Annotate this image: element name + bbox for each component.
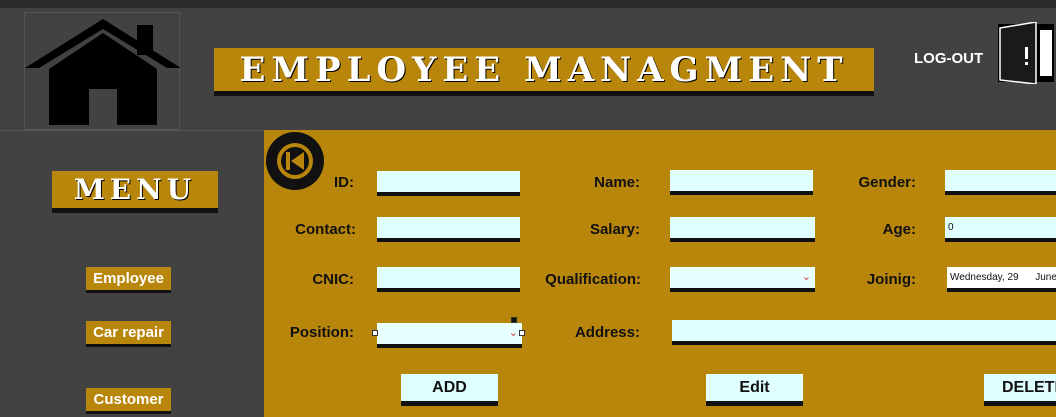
joining-label: Joinig: [866,271,916,288]
logout-label[interactable]: LOG-OUT [914,50,983,67]
header: EMPLOYEE MANAGMENT LOG-OUT [0,8,1056,130]
employee-form-panel: ID: Name: Gender: Contact: Salary: Age: … [264,130,1056,417]
address-label: Address: [574,324,640,341]
menu-title: MENU [52,171,218,213]
smart-tag-icon[interactable] [511,317,517,323]
name-field[interactable] [670,170,813,195]
sidebar: MENU Employee Car repair Customer [0,130,264,417]
chevron-down-icon: ⌄ [508,327,518,339]
qualification-select[interactable]: ⌄ [670,267,815,292]
salary-label: Salary: [589,221,640,238]
menu-title-text: MENU [73,173,197,206]
cnic-field[interactable] [377,267,520,292]
add-button[interactable]: ADD [401,374,498,406]
logout-button[interactable] [996,21,1056,85]
resize-handle[interactable] [519,330,525,336]
contact-field[interactable] [377,217,520,242]
edit-button[interactable]: Edit [706,374,803,406]
age-label: Age: [882,221,916,238]
name-label: Name: [594,174,640,191]
door-exit-icon [998,21,1054,85]
cnic-label: CNIC: [312,271,354,288]
salary-field[interactable] [670,217,815,242]
page-title: EMPLOYEE MANAGMENT [214,48,874,96]
sidebar-item-car-repair[interactable]: Car repair [86,321,171,347]
window-top-bar [0,0,1056,8]
resize-handle[interactable] [372,330,378,336]
position-select[interactable]: ⌄ [377,323,522,348]
sidebar-item-employee[interactable]: Employee [86,267,171,293]
delete-button[interactable]: DELETE [984,374,1056,406]
sidebar-item-customer[interactable]: Customer [86,388,171,414]
joining-date-picker[interactable]: Wednesday, 29 June [947,267,1056,292]
home-icon [25,19,181,125]
gender-label: Gender: [858,174,916,191]
gender-field[interactable] [945,170,1056,195]
id-label: ID: [334,174,354,191]
age-field[interactable] [945,217,1056,242]
chevron-down-icon: ⌄ [801,271,811,283]
home-button[interactable] [24,12,181,130]
qualification-label: Qualification: [545,271,641,288]
page-title-text: EMPLOYEE MANAGMENT [239,49,849,90]
address-field[interactable] [672,320,1056,345]
id-field[interactable] [377,171,520,196]
contact-label: Contact: [295,221,356,238]
position-label: Position: [289,324,354,341]
